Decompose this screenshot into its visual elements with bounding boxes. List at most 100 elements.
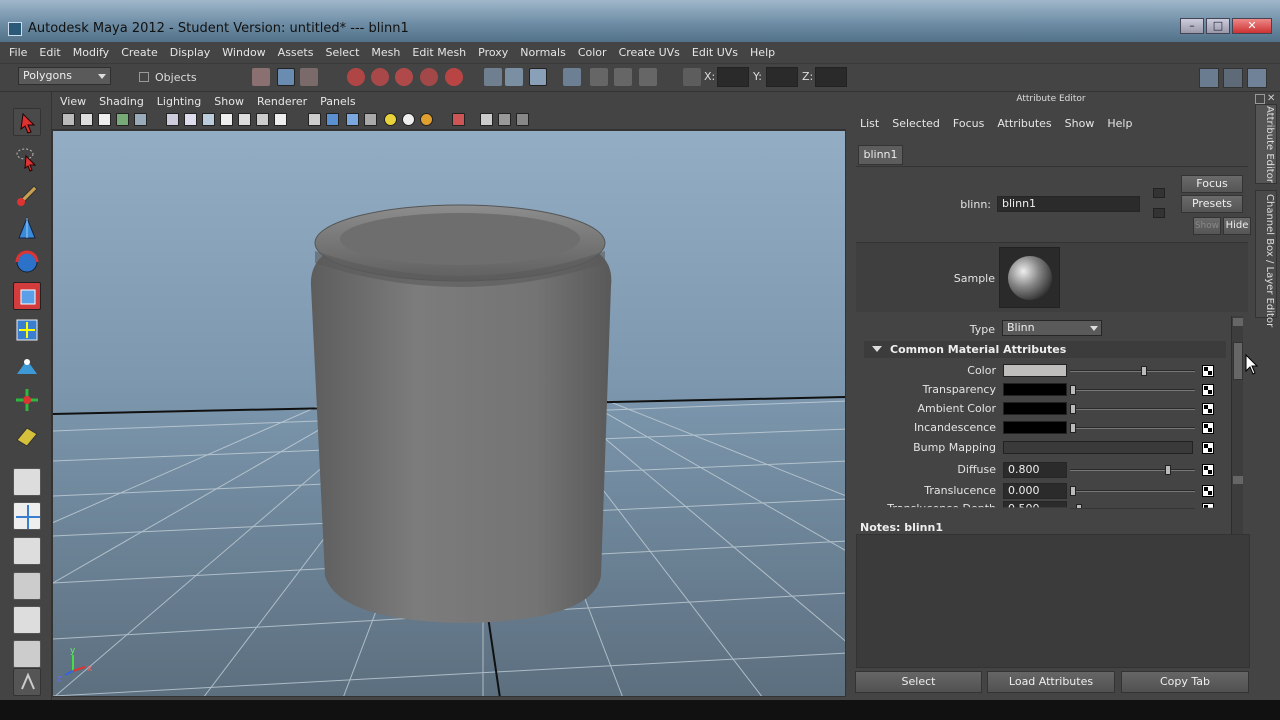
menu-normals[interactable]: Normals [520, 46, 566, 59]
isolate-select-icon[interactable] [452, 113, 465, 126]
map-texture-button-icon[interactable] [1202, 442, 1214, 454]
ae-menu-list[interactable]: List [860, 117, 879, 130]
vp-menu-shading[interactable]: Shading [99, 95, 144, 108]
rotate-tool-icon[interactable] [13, 248, 41, 276]
outliner-layout-icon[interactable] [13, 537, 41, 565]
menu-window[interactable]: Window [222, 46, 265, 59]
hypershade-layout-icon[interactable] [13, 606, 41, 634]
attr-color-swatch[interactable] [1003, 421, 1067, 434]
menu-edit-uvs[interactable]: Edit UVs [692, 46, 738, 59]
move-tool-icon[interactable] [13, 214, 41, 242]
select-button[interactable]: Select [855, 671, 982, 693]
float-panel-icon[interactable] [1255, 94, 1265, 104]
render-settings-icon[interactable] [563, 68, 581, 86]
attr-value-field[interactable]: 0.800 [1003, 462, 1067, 478]
input-line-icon[interactable] [683, 68, 701, 86]
snap-curve-icon[interactable] [371, 68, 389, 86]
scroll-thumb[interactable] [1233, 342, 1243, 380]
menu-assets[interactable]: Assets [278, 46, 314, 59]
last-tool-used-icon[interactable] [13, 386, 41, 414]
image-plane-icon[interactable] [116, 113, 129, 126]
attr-value-field[interactable]: 0.000 [1003, 483, 1067, 499]
menu-create[interactable]: Create [121, 46, 158, 59]
ae-menu-attributes[interactable]: Attributes [997, 117, 1051, 130]
perspective-viewport[interactable]: y x z [52, 130, 846, 697]
safe-action-icon[interactable] [256, 113, 269, 126]
attr-color-swatch[interactable] [1003, 364, 1067, 377]
attr-slider[interactable] [1070, 490, 1195, 492]
bookmarks-icon[interactable] [98, 113, 111, 126]
graph-layout-icon[interactable] [13, 572, 41, 600]
minimize-button[interactable]: – [1180, 18, 1204, 34]
attr-slider[interactable] [1070, 469, 1195, 471]
vp-menu-show[interactable]: Show [214, 95, 244, 108]
default-lighting-icon[interactable] [384, 113, 397, 126]
all-lights-icon[interactable] [402, 113, 415, 126]
map-texture-button-icon[interactable] [1202, 365, 1214, 377]
load-attributes-button[interactable]: Load Attributes [987, 671, 1115, 693]
xray-icon[interactable] [480, 113, 493, 126]
focus-button[interactable]: Focus [1181, 175, 1243, 193]
copy-tab-button[interactable]: Copy Tab [1121, 671, 1249, 693]
smooth-shade-icon[interactable] [326, 113, 339, 126]
show-button[interactable]: Show [1193, 217, 1221, 235]
four-view-layout-icon[interactable] [13, 502, 41, 530]
vp-menu-lighting[interactable]: Lighting [157, 95, 201, 108]
menu-edit-mesh[interactable]: Edit Mesh [412, 46, 466, 59]
map-texture-button-icon[interactable] [1202, 485, 1214, 497]
scroll-up-arrow-icon[interactable] [1233, 318, 1243, 326]
menu-select[interactable]: Select [325, 46, 359, 59]
ae-menu-selected[interactable]: Selected [892, 117, 940, 130]
toggle-channel-box-icon[interactable] [1247, 68, 1267, 88]
attr-slider[interactable] [1070, 427, 1195, 429]
menu-proxy[interactable]: Proxy [478, 46, 508, 59]
vp-menu-panels[interactable]: Panels [320, 95, 355, 108]
camera-attributes-icon[interactable] [80, 113, 93, 126]
map-texture-button-icon[interactable] [1202, 422, 1214, 434]
hypershade-icon[interactable] [590, 68, 608, 86]
attr-slider[interactable] [1070, 389, 1195, 391]
select-tool-icon[interactable] [13, 108, 41, 136]
attr-color-swatch[interactable] [1003, 383, 1067, 396]
history-icon[interactable] [484, 68, 502, 86]
toggle-attribute-editor-icon[interactable] [1199, 68, 1219, 88]
shadows-icon[interactable] [420, 113, 433, 126]
attr-slider-knob[interactable] [1070, 385, 1076, 395]
y-field[interactable] [766, 67, 798, 87]
select-camera-icon[interactable] [62, 113, 75, 126]
single-perspective-layout-icon[interactable] [13, 468, 41, 496]
lasso-tool-icon[interactable] [13, 144, 41, 172]
ae-menu-focus[interactable]: Focus [953, 117, 984, 130]
common-material-attributes-section[interactable]: Common Material Attributes [864, 341, 1226, 358]
presets-button[interactable]: Presets [1181, 195, 1243, 213]
show-attributes-icon[interactable] [639, 68, 657, 86]
render-icon[interactable] [505, 68, 523, 86]
map-texture-button-icon[interactable] [1202, 384, 1214, 396]
grid-toggle-icon[interactable] [166, 113, 179, 126]
menu-create-uvs[interactable]: Create UVs [619, 46, 680, 59]
select-component-icon[interactable] [300, 68, 318, 86]
map-texture-button-icon[interactable] [1202, 503, 1214, 508]
menu-set-selector[interactable]: Polygons [18, 67, 111, 85]
snap-grid-icon[interactable] [347, 68, 365, 86]
output-connection-icon[interactable] [1153, 208, 1165, 218]
ae-menu-show[interactable]: Show [1065, 117, 1095, 130]
menu-help[interactable]: Help [750, 46, 775, 59]
xray-components-icon[interactable] [516, 113, 529, 126]
render-view-icon[interactable] [614, 68, 632, 86]
attr-color-swatch[interactable] [1003, 402, 1067, 415]
close-button[interactable]: ✕ [1232, 18, 1272, 34]
x-field[interactable] [717, 67, 749, 87]
attr-slider-knob[interactable] [1070, 404, 1076, 414]
input-connection-icon[interactable] [1153, 188, 1165, 198]
soft-mod-tool-icon[interactable] [13, 352, 41, 380]
menu-color[interactable]: Color [578, 46, 607, 59]
vp-menu-view[interactable]: View [60, 95, 86, 108]
attr-slider[interactable] [1070, 508, 1195, 509]
menu-display[interactable]: Display [170, 46, 211, 59]
xray-joints-icon[interactable] [498, 113, 511, 126]
notes-textarea[interactable] [856, 534, 1250, 668]
attr-slider[interactable] [1070, 408, 1195, 410]
uv-layout-icon[interactable] [13, 422, 41, 450]
attr-slider-knob[interactable] [1070, 486, 1076, 496]
